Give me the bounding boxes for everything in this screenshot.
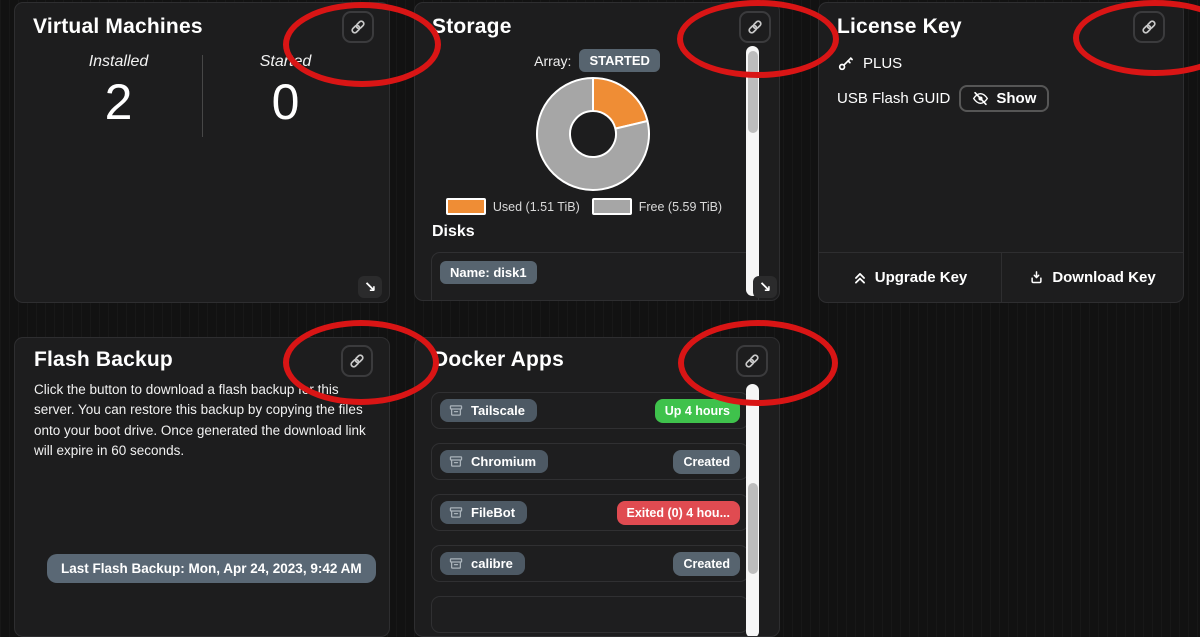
storage-link-button[interactable] xyxy=(739,11,771,43)
disk-name-badge: Name: disk1 xyxy=(440,261,537,284)
upgrade-key-button[interactable]: Upgrade Key xyxy=(819,253,1001,302)
app-name-label: FileBot xyxy=(471,505,515,520)
page-title: License Key xyxy=(837,15,962,38)
docker-app-row-tailscale[interactable]: Tailscale Up 4 hours xyxy=(431,392,749,429)
show-guid-button[interactable]: Show xyxy=(959,85,1049,112)
docker-apps-link-button[interactable] xyxy=(736,345,768,377)
chain-link-icon xyxy=(1140,18,1158,36)
double-chevron-up-icon xyxy=(853,271,867,285)
page-title: Storage xyxy=(432,15,512,38)
app-name-label: calibre xyxy=(471,556,513,571)
key-icon xyxy=(837,55,854,72)
archive-box-icon xyxy=(449,404,463,417)
app-name-badge: Tailscale xyxy=(440,399,537,422)
virtual-machines-link-button[interactable] xyxy=(342,11,374,43)
app-name-label: Tailscale xyxy=(471,403,525,418)
chain-link-icon xyxy=(348,352,366,370)
vm-installed-label: Installed xyxy=(35,53,202,71)
status-badge: Created xyxy=(673,552,740,576)
flash-backup-link-button[interactable] xyxy=(341,345,373,377)
page-title: Docker Apps xyxy=(433,348,564,371)
docker-app-row-chromium[interactable]: Chromium Created xyxy=(431,443,749,480)
license-key-card: License Key PLUS USB Flash GUID xyxy=(818,2,1184,303)
vm-started-value: 0 xyxy=(202,77,369,127)
legend-swatch-used xyxy=(446,198,486,215)
archive-box-icon xyxy=(449,506,463,519)
page-title: Flash Backup xyxy=(34,348,173,371)
show-button-label: Show xyxy=(996,90,1036,107)
array-label: Array: xyxy=(534,53,571,69)
vm-installed-value: 2 xyxy=(35,77,202,127)
last-flash-backup-badge: Last Flash Backup: Mon, Apr 24, 2023, 9:… xyxy=(47,554,376,583)
download-key-label: Download Key xyxy=(1052,269,1155,286)
chain-link-icon xyxy=(349,18,367,36)
vm-started-label: Started xyxy=(202,53,369,71)
chart-legend: Used (1.51 TiB) Free (5.59 TiB) xyxy=(415,198,753,215)
diagonal-arrow-icon: ↘ xyxy=(759,278,772,296)
app-name-label: Chromium xyxy=(471,454,536,469)
archive-box-icon xyxy=(449,455,463,468)
flash-backup-card: Flash Backup Click the button to downloa… xyxy=(14,337,390,637)
docker-apps-list: Tailscale Up 4 hours Chromium Created xyxy=(431,392,749,637)
storage-donut-chart xyxy=(531,72,655,196)
legend-swatch-free xyxy=(592,198,632,215)
scrollbar[interactable] xyxy=(746,384,759,637)
scrollbar[interactable] xyxy=(746,46,759,296)
docker-app-row-partial[interactable] xyxy=(431,596,749,633)
diagonal-arrow-icon: ↘ xyxy=(364,278,377,296)
vm-stats: Installed 2 Started 0 xyxy=(15,53,389,127)
license-tier-label: PLUS xyxy=(863,55,902,72)
virtual-machines-card: Virtual Machines Installed 2 Started 0 ↘ xyxy=(14,2,390,303)
scrollbar-thumb[interactable] xyxy=(748,51,758,133)
docker-apps-card: Docker Apps Tailscale xyxy=(414,337,780,637)
guid-label: USB Flash GUID xyxy=(837,90,950,107)
upgrade-key-label: Upgrade Key xyxy=(875,269,968,286)
status-badge: Exited (0) 4 hou... xyxy=(617,501,741,525)
license-key-link-button[interactable] xyxy=(1133,11,1165,43)
docker-app-row-calibre[interactable]: calibre Created xyxy=(431,545,749,582)
page-title: Virtual Machines xyxy=(33,15,203,38)
eye-slash-icon xyxy=(972,91,989,106)
divider xyxy=(202,55,203,137)
resize-handle[interactable]: ↘ xyxy=(358,276,382,298)
legend-label-used: Used (1.51 TiB) xyxy=(493,200,580,214)
app-name-badge: FileBot xyxy=(440,501,527,524)
status-badge: Created xyxy=(673,450,740,474)
app-name-badge: Chromium xyxy=(440,450,548,473)
flash-backup-description: Click the button to download a flash bac… xyxy=(15,380,389,461)
storage-card: Storage Array: STARTED Used (1.51 TiB) F… xyxy=(414,2,780,301)
download-key-button[interactable]: Download Key xyxy=(1001,253,1183,302)
status-badge: Up 4 hours xyxy=(655,399,740,423)
scrollbar-thumb[interactable] xyxy=(748,483,758,574)
app-name-badge: calibre xyxy=(440,552,525,575)
resize-handle[interactable]: ↘ xyxy=(753,276,777,298)
docker-app-row-filebot[interactable]: FileBot Exited (0) 4 hou... xyxy=(431,494,749,531)
chain-link-icon xyxy=(746,18,764,36)
disks-heading: Disks xyxy=(432,223,475,241)
download-tray-icon xyxy=(1029,270,1044,285)
array-status-badge: STARTED xyxy=(579,49,659,72)
legend-label-free: Free (5.59 TiB) xyxy=(639,200,722,214)
chain-link-icon xyxy=(743,352,761,370)
license-footer: Upgrade Key Download Key xyxy=(819,252,1183,302)
disk-list-item[interactable]: Name: disk1 xyxy=(431,252,759,301)
archive-box-icon xyxy=(449,557,463,570)
